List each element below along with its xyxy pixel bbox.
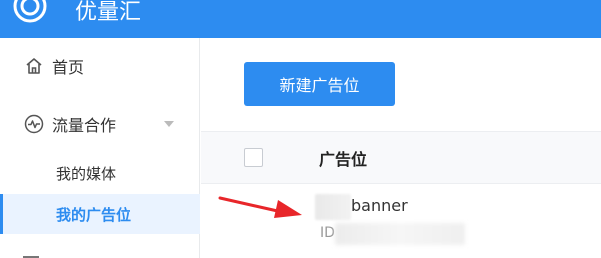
annotation-arrow-icon [218,196,302,218]
app-title: 优量汇 [75,0,142,25]
sidebar-subitem-my-adspace-label: 我的广告位 [56,205,132,224]
select-all-checkbox[interactable] [244,148,263,167]
logo-icon [13,0,47,23]
table-header: 广告位 [201,132,601,184]
home-icon [23,55,45,77]
adspace-id-label: ID [320,225,335,241]
sidebar-subitem-my-adspace[interactable]: 我的广告位 [0,194,200,234]
sidebar-subitem-my-media-label: 我的媒体 [56,164,117,183]
redacted-id [335,223,465,245]
sidebar-item-home-label: 首页 [52,58,85,77]
column-header-adspace: 广告位 [319,150,368,169]
main-content: 新建广告位 广告位 banner ID [201,38,601,258]
top-header: 优量汇 [0,0,601,38]
new-adspace-button[interactable]: 新建广告位 [244,62,395,106]
active-indicator [0,194,3,234]
sidebar: 首页 流量合作 我的媒体 我的广告位 [0,38,200,258]
sidebar-subitem-my-media[interactable]: 我的媒体 [0,153,200,193]
sidebar-item-traffic-cooperation[interactable]: 流量合作 [0,102,200,146]
sidebar-item-partial[interactable] [23,250,143,258]
sidebar-item-traffic-label: 流量合作 [52,116,117,135]
redacted-name [315,194,351,220]
sidebar-item-home[interactable]: 首页 [0,44,200,88]
adspace-name[interactable]: banner [351,196,408,215]
pulse-icon [23,113,45,135]
chevron-down-icon[interactable] [164,121,174,127]
